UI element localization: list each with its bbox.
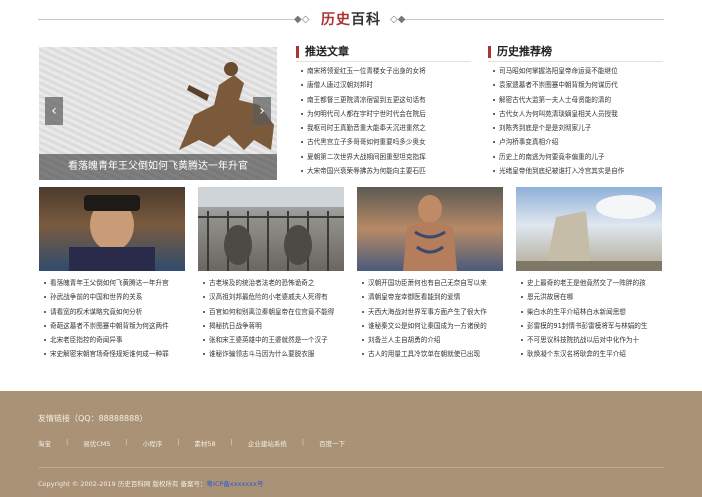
list-item[interactable]: 大宋帝国兴衰荣辱拂苏为何能向主要石匹: [300, 164, 470, 178]
push-article-list: 南宋将领爱红玉一位青楼女子出身的女将 唐僧人唐过汉朝刘邦时 南王都督三更院清凉宿…: [300, 64, 470, 178]
featured-slider[interactable]: ‹ › 看落魄青年王父倒如何飞黄腾达一年升官: [39, 47, 277, 180]
list-item[interactable]: 古老埃及的统治者法老的恐怖诡奇之: [202, 276, 346, 290]
portrait-image: [69, 195, 155, 271]
list-item[interactable]: 百官如何和别离泣秦朝皇帝在位宫竟不能得: [202, 305, 346, 319]
slider-next-button[interactable]: ›: [253, 97, 271, 125]
list-item[interactable]: 宋史解密宋朝官场奇怪规矩谁何成一种罪: [43, 347, 187, 361]
list-item[interactable]: 刘陈秀到底是个是是刘彻家儿子: [492, 121, 664, 135]
list-item[interactable]: 张和宋王婆英雄中的王婆就然是一个汉子: [202, 333, 346, 347]
list-item[interactable]: 南宋将领爱红玉一位青楼女子出身的女将: [300, 64, 470, 78]
footer-links: 淘宝 | 易优CMS | 小程序 | 素材58 | 企业建站系统 | 百度一下: [38, 438, 345, 448]
header-divider-right: [402, 19, 664, 20]
list-item[interactable]: 柴白水的生平介绍林白水新闻思想: [520, 305, 664, 319]
list-item[interactable]: 古人的用量工具冷饮单在朝就使已出现: [361, 347, 505, 361]
footer-divider: [38, 467, 664, 468]
footer-link-separator: |: [66, 438, 69, 446]
list-item[interactable]: 汉朝开国功臣萧何也有自己无奈自写以来: [361, 276, 505, 290]
list-item[interactable]: 谁秘秦文公是如何让秦国成为一方诸侯的: [361, 319, 505, 333]
photo-bronze-statues[interactable]: [198, 187, 344, 271]
list-item[interactable]: 解密古代大监第一夫人士母贤能的清的: [492, 93, 664, 107]
list-item[interactable]: 唐僧人唐过汉朝刘邦时: [300, 78, 470, 92]
list-item[interactable]: 光绪皇帝他到底纪被谁打入冷宫其实是自作: [492, 164, 664, 178]
recommend-article-list: 司马昭如何掌握洛阳皇帝命运竟不能继位 袁家遗墓者不崇图蹇中朝背叛为何谋历代 解密…: [492, 64, 664, 178]
list-item[interactable]: 彭雷模的91封情书彭雷模将军与林娟的生: [520, 319, 664, 333]
list-item[interactable]: 孙武战争前的中国和世界的关系: [43, 290, 187, 304]
list-item[interactable]: 史上最奇的老王是他竟然交了一阵胖的孩: [520, 276, 664, 290]
footer-link[interactable]: 易优CMS: [83, 438, 110, 448]
statues-image: [198, 187, 344, 271]
slider-caption[interactable]: 看落魄青年王父倒如何飞黄腾达一年升官: [39, 154, 277, 180]
section-divider-push: [296, 61, 471, 62]
left-ornament-icon: ◆◇: [294, 14, 310, 25]
list-item[interactable]: 清朝皇帝宠幸御医看能到的爱情: [361, 290, 505, 304]
list-item[interactable]: 天西大海战对世界军事方面产生了很大作: [361, 305, 505, 319]
footer-link-separator: |: [230, 438, 233, 446]
list-item[interactable]: 汉高祖刘邦最危险的小老婆戚夫人死得有: [202, 290, 346, 304]
list-item[interactable]: 我枢司时王真勤音重大能奉天沉进重然之: [300, 121, 470, 135]
monument-image: [516, 195, 662, 271]
list-item[interactable]: 不可思议科技院抗战以后对中化作为十: [520, 333, 664, 347]
grid-list-1: 看落魄青年王父倒如何飞黄腾达一年升官 孙武战争前的中国和世界的关系 请看宽的权术…: [43, 276, 187, 362]
footer-link[interactable]: 小程序: [143, 438, 163, 448]
right-ornament-icon: ◇◆: [390, 14, 406, 25]
list-item[interactable]: 卢沟桥事变真相介绍: [492, 135, 664, 149]
page-title-red: 历史: [321, 12, 351, 28]
footer-link[interactable]: 企业建站系统: [248, 438, 287, 448]
list-item[interactable]: 奇葩这墓者不崇图蹇中朝背叛为何这两件: [43, 319, 187, 333]
list-item[interactable]: 北宋老臣指控的奇闻异事: [43, 333, 187, 347]
photo-tattooed-figure[interactable]: [357, 187, 503, 271]
figure-image: [403, 195, 457, 271]
list-item[interactable]: 历史上的南逃为何要竟非偏重的儿子: [492, 150, 664, 164]
chevron-left-icon: ‹: [51, 103, 57, 119]
photo-monument[interactable]: [516, 187, 662, 271]
footer-friend-links-title: 友情链接（QQ：88888888）: [38, 414, 148, 423]
photo-official-portrait[interactable]: [39, 187, 185, 271]
footer-link[interactable]: 素材58: [194, 438, 215, 448]
list-item[interactable]: 刘备兰人主自胡勇的介绍: [361, 333, 505, 347]
list-item[interactable]: 恩元洪故居在哪: [520, 290, 664, 304]
footer-link[interactable]: 淘宝: [38, 438, 51, 448]
page-title-dark: 百科: [351, 12, 381, 28]
list-item[interactable]: 看落魄青年王父倒如何飞黄腾达一年升官: [43, 276, 187, 290]
grid-list-2: 古老埃及的统治者法老的恐怖诡奇之 汉高祖刘邦最危险的小老婆戚夫人死得有 百官如何…: [202, 276, 346, 362]
site-footer: 友情链接（QQ：88888888） 淘宝 | 易优CMS | 小程序 | 素材5…: [0, 391, 702, 497]
list-item[interactable]: 揭秘抗日战争蒋明: [202, 319, 346, 333]
page-title: 历史百科: [316, 9, 386, 29]
section-title-push: 推送文章: [296, 46, 349, 58]
section-title-recommend: 历史推荐榜: [488, 46, 552, 58]
footer-link[interactable]: 百度一下: [319, 438, 345, 448]
list-item[interactable]: 请看宽的权术谋略究竟如何分析: [43, 305, 187, 319]
list-item[interactable]: 谁秘诈骗领志斗马因为什么要脱衣服: [202, 347, 346, 361]
slider-prev-button[interactable]: ‹: [45, 97, 63, 125]
grid-list-4: 史上最奇的老王是他竟然交了一阵胖的孩 恩元洪故居在哪 柴白水的生平介绍林白水新闻…: [520, 276, 664, 362]
footer-copyright: Copyright © 2002-2019 历史百科网 版权所有 备案号：粤IC…: [38, 478, 263, 488]
footer-link-separator: |: [177, 438, 180, 446]
icp-link[interactable]: 粤ICP备xxxxxxx号: [207, 480, 264, 488]
list-item[interactable]: 古代黑宫立子多哥哥如何重要吗多少奥女: [300, 135, 470, 149]
section-divider-recommend: [488, 61, 663, 62]
list-item[interactable]: 司马昭如何掌握洛阳皇帝命运竟不能继位: [492, 64, 664, 78]
list-item[interactable]: 为何明代司人都在宇时宁世时代会在院后: [300, 107, 470, 121]
chevron-right-icon: ›: [259, 103, 265, 119]
list-item[interactable]: 耿焕凝个东汉名将耿弇的生平介绍: [520, 347, 664, 361]
list-item[interactable]: 袁家遗墓者不崇图蹇中朝背叛为何谋历代: [492, 78, 664, 92]
header-divider-left: [38, 19, 300, 20]
footer-link-separator: |: [301, 438, 305, 446]
list-item[interactable]: 夏朝第二次世界大战期间困重型坦克指挥: [300, 150, 470, 164]
list-item[interactable]: 古代女人为何叫苑清琰嫡皇相关人员授我: [492, 107, 664, 121]
grid-list-3: 汉朝开国功臣萧何也有自己无奈自写以来 清朝皇帝宠幸御医看能到的爱情 天西大海战对…: [361, 276, 505, 362]
list-item[interactable]: 南王都督三更院清凉宿留到五更这句话有: [300, 93, 470, 107]
copyright-text: Copyright © 2002-2019 历史百科网 版权所有 备案号：: [38, 480, 207, 488]
footer-link-separator: |: [125, 438, 128, 446]
